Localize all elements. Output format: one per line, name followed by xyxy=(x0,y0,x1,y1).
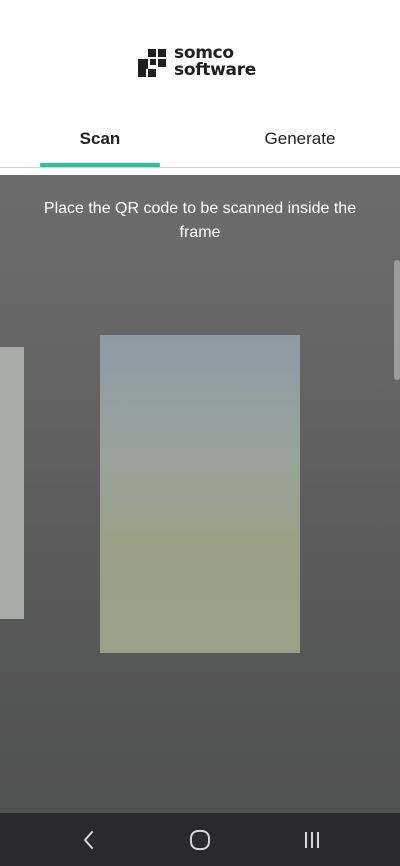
system-navigation-bar xyxy=(0,813,400,866)
recent-apps-icon xyxy=(305,832,319,848)
home-circle-icon xyxy=(190,830,210,850)
tab-scan[interactable]: Scan xyxy=(0,110,200,167)
tab-generate[interactable]: Generate xyxy=(200,110,400,167)
camera-background-object-right xyxy=(394,260,400,380)
scan-instruction: Place the QR code to be scanned inside t… xyxy=(43,200,357,241)
active-tab-indicator xyxy=(40,163,160,167)
scan-frame xyxy=(100,335,300,653)
back-chevron-icon xyxy=(84,831,93,849)
logo-wordmark: somco software xyxy=(174,45,256,79)
somco-logo: somco software xyxy=(136,44,256,80)
tab-bar: Scan Generate xyxy=(0,110,400,168)
camera-preview: Place the QR code to be scanned inside t… xyxy=(0,175,400,813)
logo-line-2: software xyxy=(174,60,257,80)
app-header: somco software xyxy=(0,0,400,110)
recent-apps-button[interactable] xyxy=(297,826,327,854)
camera-background-object xyxy=(0,347,24,619)
somco-logo-icon xyxy=(138,49,166,77)
back-button[interactable] xyxy=(74,826,104,854)
home-button[interactable] xyxy=(185,826,215,854)
